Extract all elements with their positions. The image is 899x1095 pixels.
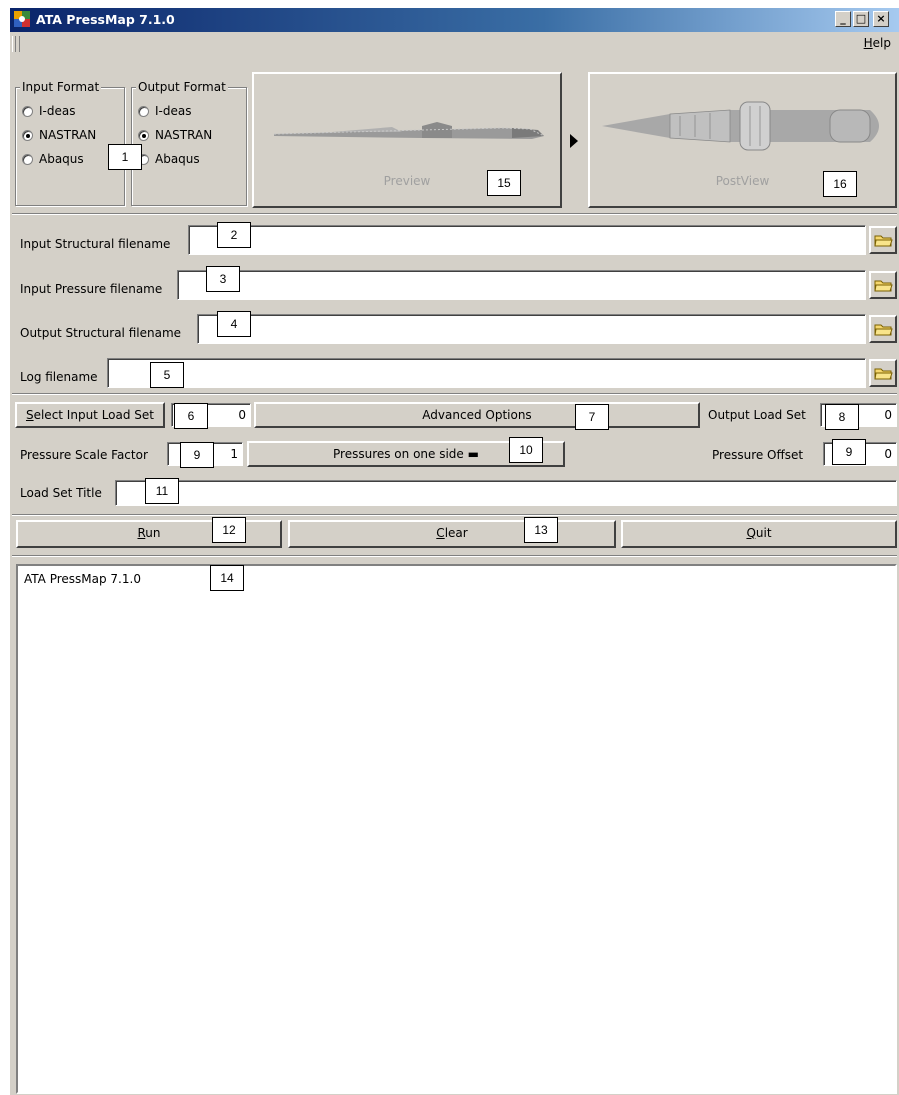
browse-log-button[interactable] <box>869 359 897 387</box>
radio-icon <box>22 153 33 165</box>
play-arrow-icon <box>570 134 578 148</box>
input-format-legend: Input Format <box>20 80 102 94</box>
output-structural-filename-field[interactable] <box>197 314 866 344</box>
callout-6: 6 <box>174 403 208 429</box>
load-set-title-field[interactable] <box>115 480 897 506</box>
input-structural-label: Input Structural filename <box>20 237 171 251</box>
output-format-nastran-radio[interactable]: NASTRAN <box>138 126 212 144</box>
log-output-area[interactable]: ATA PressMap 7.1.0 <box>16 564 897 1094</box>
folder-open-icon <box>874 280 893 292</box>
input-structural-filename-field[interactable] <box>188 225 866 255</box>
toolbar-grip-line <box>15 36 16 52</box>
callout-13: 13 <box>524 517 558 543</box>
output-load-set-label: Output Load Set <box>708 408 806 422</box>
separator <box>12 393 897 395</box>
callout-16: 16 <box>823 171 857 197</box>
log-text: ATA PressMap 7.1.0 <box>24 572 141 586</box>
callout-3: 3 <box>206 266 240 292</box>
minimize-icon[interactable]: _ <box>835 11 851 27</box>
advanced-options-button[interactable]: Advanced Options <box>254 402 700 428</box>
input-format-ideas-radio[interactable]: I-deas <box>22 102 75 120</box>
toolbar-grip-icon[interactable] <box>12 36 20 52</box>
menu-bar: Help <box>10 32 899 56</box>
log-filename-label: Log filename <box>20 370 98 384</box>
radio-icon <box>22 105 33 117</box>
close-icon[interactable]: × <box>873 11 889 27</box>
app-logo-icon <box>14 11 30 27</box>
callout-5: 5 <box>150 362 184 388</box>
callout-11: 11 <box>145 478 179 504</box>
option-menu-indicator-icon: ▬ <box>467 447 479 461</box>
log-filename-field[interactable] <box>107 358 866 388</box>
browse-output-structural-button[interactable] <box>869 315 897 343</box>
callout-8: 8 <box>825 404 859 430</box>
callout-7: 7 <box>575 404 609 430</box>
output-format-ideas-radio[interactable]: I-deas <box>138 102 191 120</box>
separator <box>12 514 897 516</box>
callout-2: 2 <box>217 222 251 248</box>
postview-model-thumbnail <box>602 101 879 151</box>
select-input-load-set-button[interactable]: Select Input Load Set <box>15 402 165 428</box>
callout-9-scale: 9 <box>180 442 214 468</box>
callout-14: 14 <box>210 565 244 591</box>
input-format-nastran-radio[interactable]: NASTRAN <box>22 126 96 144</box>
radio-selected-icon <box>22 129 33 141</box>
pressure-offset-label: Pressure Offset <box>712 448 804 462</box>
input-pressure-label: Input Pressure filename <box>20 282 163 296</box>
app-window: ATA PressMap 7.1.0 _ □ × Help Input Form… <box>10 8 899 1095</box>
folder-open-icon <box>874 368 893 380</box>
quit-button[interactable]: Quit <box>621 520 897 548</box>
input-format-abaqus-radio[interactable]: Abaqus <box>22 150 84 168</box>
separator <box>12 555 897 557</box>
output-structural-label: Output Structural filename <box>20 326 182 340</box>
radio-selected-icon <box>138 129 149 141</box>
callout-4: 4 <box>217 311 251 337</box>
folder-open-icon <box>874 324 893 336</box>
load-set-title-label: Load Set Title <box>20 486 102 500</box>
title-bar[interactable]: ATA PressMap 7.1.0 _ □ × <box>10 8 899 32</box>
browse-input-structural-button[interactable] <box>869 226 897 254</box>
callout-10: 10 <box>509 437 543 463</box>
radio-icon <box>138 105 149 117</box>
callout-1: 1 <box>108 144 142 170</box>
window-title: ATA PressMap 7.1.0 <box>36 12 175 27</box>
preview-model-thumbnail <box>273 122 545 139</box>
separator <box>12 213 897 215</box>
clear-button[interactable]: Clear <box>288 520 616 548</box>
output-format-legend: Output Format <box>136 80 228 94</box>
folder-open-icon <box>874 235 893 247</box>
input-pressure-filename-field[interactable] <box>177 270 866 300</box>
output-format-group: Output Format I-deas NASTRAN Abaqus <box>131 80 247 206</box>
browse-input-pressure-button[interactable] <box>869 271 897 299</box>
maximize-icon[interactable]: □ <box>853 11 869 27</box>
pressure-scale-factor-label: Pressure Scale Factor <box>20 448 148 462</box>
callout-12: 12 <box>212 517 246 543</box>
callout-15: 15 <box>487 170 521 196</box>
output-format-abaqus-radio[interactable]: Abaqus <box>138 150 200 168</box>
callout-9-offset: 9 <box>832 439 866 465</box>
menu-help[interactable]: Help <box>864 36 891 50</box>
